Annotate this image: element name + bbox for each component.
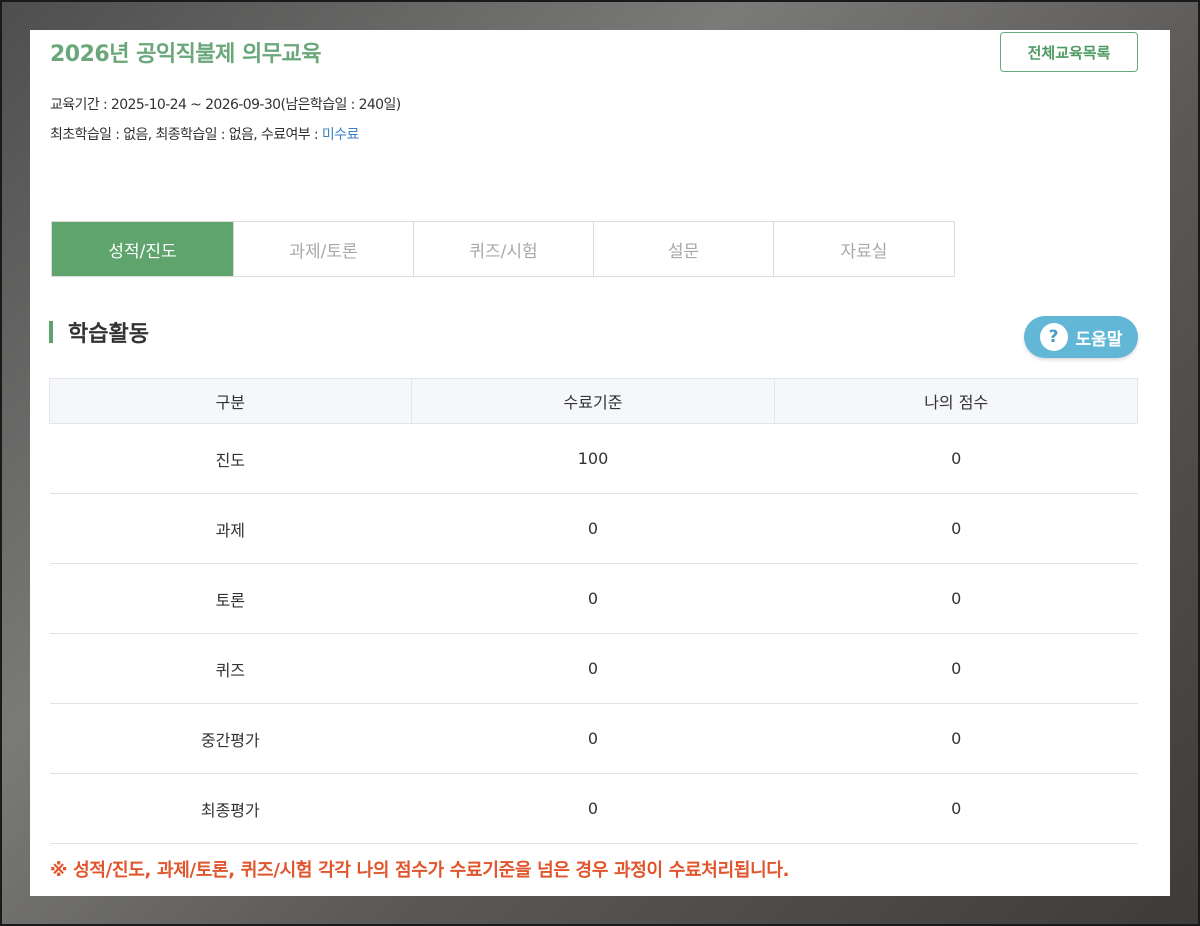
education-period: 교육기간 : 2025-10-24 ~ 2026-09-30(남은학습일 : 2…: [50, 97, 401, 113]
row-criteria: 0: [411, 563, 775, 634]
completion-status: 미수료: [321, 127, 359, 143]
row-category: 진도: [49, 423, 412, 494]
learning-history-text: 최초학습일 : 없음, 최종학습일 : 없음, 수료여부 :: [50, 127, 322, 143]
table-row: 진도 100 0: [49, 423, 1138, 494]
row-category: 퀴즈: [49, 633, 412, 704]
course-panel: 2026년 공익직불제 의무교육 전체교육목록 교육기간 : 2025-10-2…: [30, 30, 1170, 896]
header-criteria: 수료기준: [410, 378, 776, 424]
tab-quiz-exam[interactable]: 퀴즈/시험: [414, 222, 594, 276]
row-my-score: 0: [774, 493, 1138, 564]
help-button-label: 도움말: [1075, 329, 1123, 350]
row-my-score: 0: [774, 423, 1138, 494]
course-title: 2026년 공익직불제 의무교육: [50, 42, 321, 67]
row-category: 토론: [49, 563, 412, 634]
learning-history: 최초학습일 : 없음, 최종학습일 : 없음, 수료여부 : 미수료: [50, 124, 359, 144]
tab-grade-progress[interactable]: 성적/진도: [52, 222, 234, 276]
table-row: 중간평가 0 0: [49, 703, 1138, 774]
course-tabs: 성적/진도 과제/토론 퀴즈/시험 설문 자료실: [51, 221, 955, 277]
header-my-score: 나의 점수: [774, 378, 1138, 424]
table-row: 최종평가 0 0: [49, 773, 1138, 844]
help-button[interactable]: ? 도움말: [1024, 316, 1138, 358]
table-row: 과제 0 0: [49, 493, 1138, 564]
row-category: 과제: [49, 493, 412, 564]
section-marker: [49, 321, 53, 343]
table-row: 토론 0 0: [49, 563, 1138, 634]
section-title: 학습활동: [68, 322, 149, 347]
header-category: 구분: [49, 378, 412, 424]
row-criteria: 0: [411, 773, 775, 844]
completion-notice: ※ 성적/진도, 과제/토론, 퀴즈/시험 각각 나의 점수가 수료기준을 넘은…: [50, 860, 790, 881]
row-category: 중간평가: [49, 703, 412, 774]
table-row: 퀴즈 0 0: [49, 633, 1138, 704]
row-criteria: 0: [411, 703, 775, 774]
row-my-score: 0: [774, 703, 1138, 774]
all-courses-button[interactable]: 전체교육목록: [1000, 32, 1138, 72]
tab-resources[interactable]: 자료실: [774, 222, 954, 276]
tab-assignment-discussion[interactable]: 과제/토론: [234, 222, 414, 276]
row-my-score: 0: [774, 633, 1138, 704]
tab-survey[interactable]: 설문: [594, 222, 774, 276]
row-criteria: 100: [411, 423, 775, 494]
row-my-score: 0: [774, 563, 1138, 634]
row-criteria: 0: [411, 633, 775, 704]
row-criteria: 0: [411, 493, 775, 564]
activity-table: 구분 수료기준 나의 점수 진도 100 0 과제 0 0 토론 0 0 퀴즈 …: [49, 378, 1138, 844]
row-category: 최종평가: [49, 773, 412, 844]
question-icon: ?: [1039, 323, 1068, 351]
table-header-row: 구분 수료기준 나의 점수: [49, 378, 1138, 424]
row-my-score: 0: [774, 773, 1138, 844]
